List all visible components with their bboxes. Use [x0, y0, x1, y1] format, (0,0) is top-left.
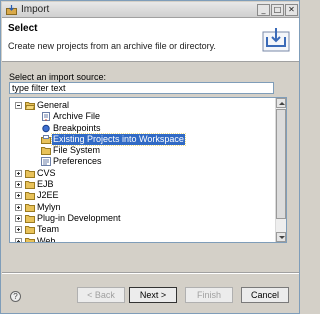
minimize-button[interactable]: _ [257, 4, 270, 16]
folder-icon [25, 237, 35, 242]
maximize-button[interactable]: □ [271, 4, 284, 16]
page-description: Create new projects from an archive file… [8, 41, 216, 51]
tree-item-label: File System [53, 145, 101, 156]
breakpoints-icon [41, 124, 51, 133]
expand-icon[interactable] [15, 192, 22, 200]
tree-item[interactable]: Preferences [10, 156, 276, 167]
close-button[interactable]: ✕ [285, 4, 298, 16]
footer-separator [2, 272, 299, 274]
tree-item[interactable]: J2EE [10, 190, 276, 201]
folder-open-icon [24, 101, 36, 110]
tree-item-label: Archive File [53, 111, 101, 122]
cancel-button[interactable]: Cancel [241, 287, 289, 303]
expand-icon[interactable] [15, 169, 22, 177]
back-button[interactable]: < Back [77, 287, 125, 303]
tree-item[interactable]: File System [10, 145, 276, 156]
page-title: Select [8, 23, 38, 34]
tree-item[interactable]: Existing Projects into Workspace [10, 132, 276, 146]
projects-icon [41, 134, 51, 144]
expand-icon[interactable] [15, 237, 22, 242]
tree-item-label: Team [37, 224, 60, 235]
tree-item[interactable]: Team [10, 224, 276, 235]
import-icon [6, 5, 17, 15]
tree-item-label: Mylyn [37, 201, 61, 212]
tree-item-label: Existing Projects into Workspace [51, 132, 186, 146]
folder-icon [25, 203, 35, 212]
finish-button[interactable]: Finish [185, 287, 233, 303]
help-button[interactable]: ? [10, 291, 21, 302]
expand-icon[interactable] [15, 226, 22, 234]
title-bar[interactable]: Import _ □ ✕ [2, 2, 299, 18]
tree-item[interactable]: Archive File [10, 111, 276, 122]
arrow-up-icon [279, 102, 285, 105]
tree-item-label: Web [37, 235, 56, 243]
folder-icon [25, 225, 35, 235]
folder-icon [25, 191, 35, 201]
tree-item-label: Breakpoints [53, 122, 101, 133]
expand-icon[interactable] [15, 214, 22, 222]
preferences-icon [41, 157, 51, 167]
folder-icon [41, 146, 51, 156]
next-button[interactable]: Next > [129, 287, 177, 303]
tree-item-label: EJB [37, 179, 54, 190]
tree-item-label: J2EE [37, 190, 59, 201]
tree-item-label: Preferences [53, 156, 102, 167]
wizard-header: Select Create new projects from an archi… [2, 18, 299, 62]
import-dialog: Import _ □ ✕ Select Create new projects … [0, 0, 300, 314]
arrow-down-icon [279, 236, 285, 239]
tree-item[interactable]: CVS [10, 168, 276, 179]
window-title: Import [21, 4, 50, 15]
tree-item[interactable]: EJB [10, 179, 276, 190]
archive-file-icon [41, 112, 51, 122]
tree-item[interactable]: General [10, 100, 276, 111]
import-wizard-icon [262, 28, 290, 52]
scroll-up-button[interactable] [276, 98, 286, 108]
folder-icon [25, 180, 35, 190]
import-source-tree[interactable]: General Archive File Breakpoints Existing P… [9, 97, 287, 243]
collapse-icon[interactable] [15, 102, 22, 109]
vertical-scrollbar[interactable] [275, 98, 286, 242]
tree-item[interactable]: Web [10, 235, 276, 243]
folder-icon [25, 169, 35, 178]
folder-icon [25, 214, 35, 223]
expand-icon[interactable] [15, 181, 22, 189]
import-source-label: Select an import source: [9, 72, 107, 82]
tree-item[interactable]: Breakpoints [10, 123, 276, 134]
tree-item-label: General [37, 100, 70, 110]
tree-list: General Archive File Breakpoints Existing P… [10, 100, 276, 243]
tree-item-label: CVS [37, 167, 56, 178]
scrollbar-thumb[interactable] [276, 109, 286, 219]
filter-input[interactable] [9, 82, 274, 94]
tree-item-label: Plug-in Development [37, 212, 121, 223]
tree-item[interactable]: Mylyn [10, 202, 276, 213]
tree-item[interactable]: Plug-in Development [10, 213, 276, 224]
expand-icon[interactable] [15, 203, 22, 211]
scroll-down-button[interactable] [276, 232, 286, 242]
